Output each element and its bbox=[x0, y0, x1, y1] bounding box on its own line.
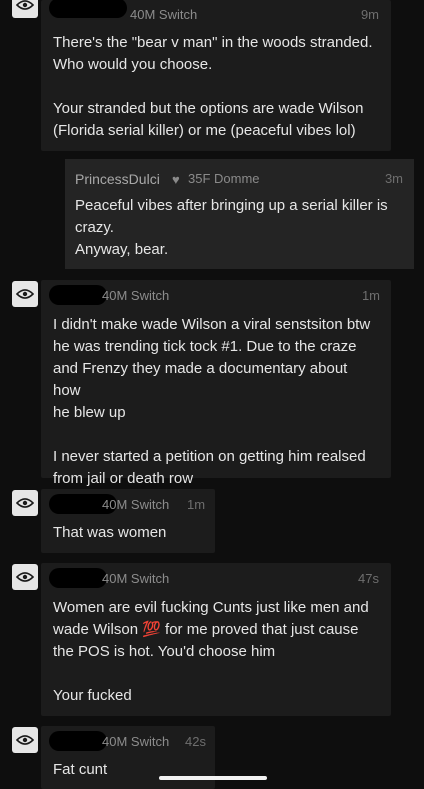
eye-icon bbox=[16, 572, 34, 582]
redacted-username bbox=[49, 0, 127, 18]
message-text: That was women bbox=[53, 524, 167, 541]
timestamp: 42s bbox=[185, 734, 206, 749]
redacted-username bbox=[49, 731, 107, 751]
heart-icon: ♥ bbox=[172, 172, 180, 187]
message-text: I didn't make wade Wilson a viral sensts… bbox=[53, 316, 371, 487]
redacted-username bbox=[49, 568, 107, 588]
eye-icon bbox=[16, 498, 34, 508]
eye-icon bbox=[16, 735, 34, 745]
timestamp: 1m bbox=[361, 288, 380, 303]
user-avatar[interactable] bbox=[12, 490, 38, 516]
timestamp: 1m bbox=[187, 497, 206, 512]
message-bubble: 40M Switch 9m There's the "bear v man" i… bbox=[41, 0, 391, 151]
timestamp: 9m bbox=[360, 7, 379, 22]
home-indicator[interactable] bbox=[159, 776, 267, 780]
message-text: Women are evil fucking Cunts just like m… bbox=[53, 599, 369, 704]
reply-role: 35F Domme bbox=[188, 171, 260, 186]
user-avatar[interactable] bbox=[12, 564, 38, 590]
user-avatar[interactable] bbox=[12, 0, 38, 18]
user-role: 40M Switch bbox=[102, 497, 170, 512]
user-avatar[interactable] bbox=[12, 727, 38, 753]
eye-icon bbox=[16, 289, 34, 299]
reply-text: Peaceful vibes after bringing up a seria… bbox=[75, 197, 388, 258]
message-bubble: 40M Switch 47s Women are evil fucking Cu… bbox=[41, 563, 391, 716]
user-role: 40M Switch bbox=[102, 288, 170, 303]
redacted-username bbox=[49, 285, 107, 305]
timestamp: 47s bbox=[358, 571, 379, 586]
message-bubble: 40M Switch 1m That was women bbox=[41, 489, 215, 553]
message-bubble: 40M Switch 1m I didn't make wade Wilson … bbox=[41, 280, 391, 487]
quoted-reply: PrincessDulci ♥ 35F Domme 3m Peaceful vi… bbox=[65, 159, 414, 269]
user-role: 40M Switch bbox=[130, 7, 198, 22]
user-role: 40M Switch bbox=[102, 734, 170, 749]
reply-timestamp: 3m bbox=[384, 171, 403, 186]
user-avatar[interactable] bbox=[12, 281, 38, 307]
eye-icon bbox=[16, 0, 34, 10]
reply-username[interactable]: PrincessDulci bbox=[75, 171, 160, 187]
user-role: 40M Switch bbox=[102, 571, 170, 586]
message-text: There's the "bear v man" in the woods st… bbox=[53, 34, 373, 139]
